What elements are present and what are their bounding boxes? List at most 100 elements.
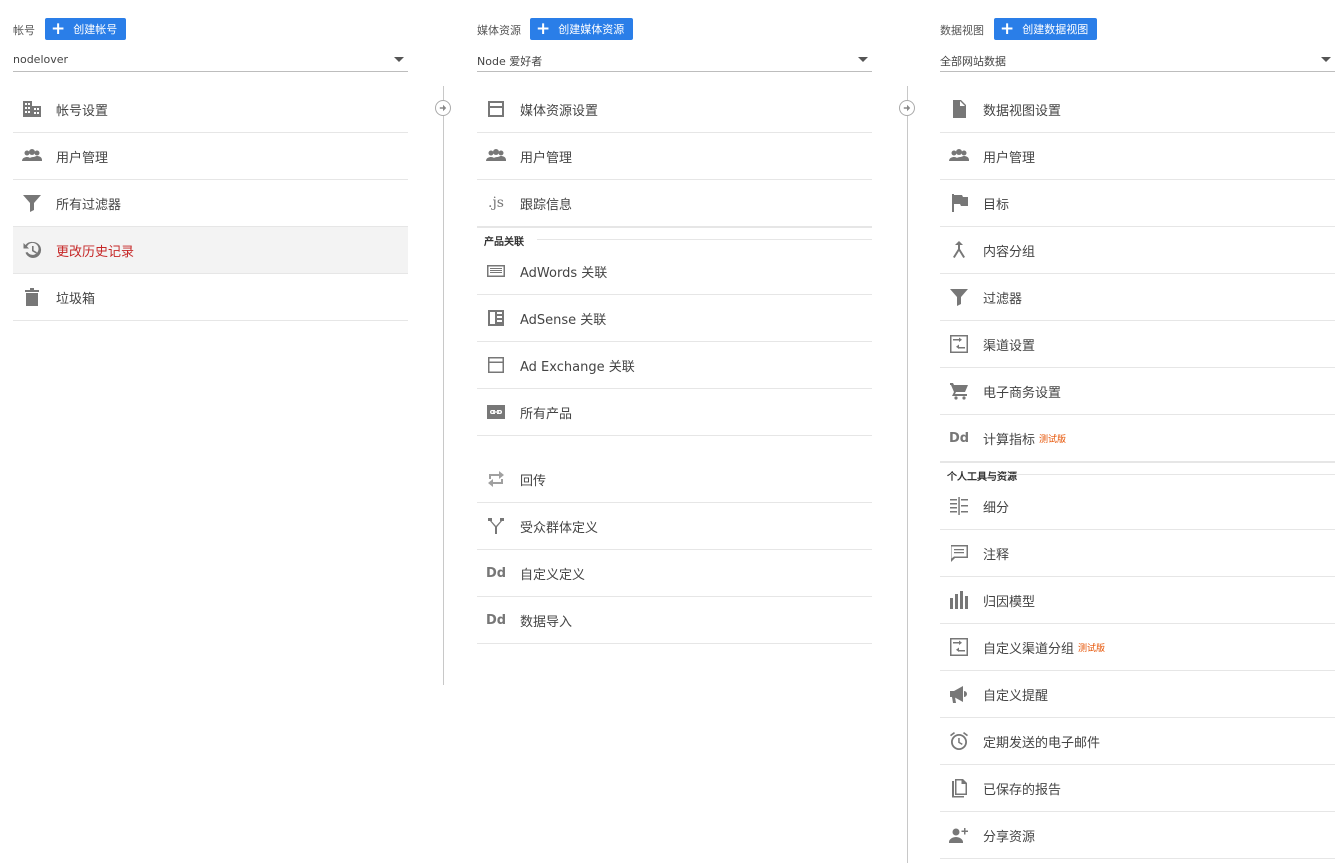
menu-item-audience-definitions[interactable]: 受众群体定义 — [477, 503, 872, 550]
create-account-button[interactable]: + 创建帐号 — [45, 18, 127, 40]
menu-item-label: 内容分组 — [983, 244, 1036, 260]
menu-item-custom-definitions[interactable]: Dd 自定义定义 — [477, 550, 872, 597]
building-icon — [21, 98, 43, 120]
menu-item-label: 用户管理 — [983, 150, 1036, 166]
comment-icon — [948, 542, 970, 564]
arrow-right-icon — [435, 100, 451, 116]
channel-icon — [948, 333, 970, 355]
menu-item-label: 垃圾箱 — [56, 291, 96, 307]
arrow-right-icon — [899, 100, 915, 116]
property-header: 媒体资源 + 创建媒体资源 Node 爱好者 — [477, 0, 872, 72]
property-title: 媒体资源 — [477, 24, 521, 37]
view-selector-value: 全部网站数据 — [940, 55, 1006, 68]
menu-item-label: 计算指标 — [983, 432, 1036, 448]
menu-item-data-import[interactable]: Dd 数据导入 — [477, 597, 872, 644]
segment-icon — [948, 495, 970, 517]
menu-item-label: 渠道设置 — [983, 338, 1036, 354]
view-header: 数据视图 + 创建数据视图 全部网站数据 — [940, 0, 1335, 72]
megaphone-icon — [948, 683, 970, 705]
menu-item-label: 目标 — [983, 197, 1010, 213]
menu-item-scheduled-emails[interactable]: 定期发送的电子邮件 — [940, 718, 1335, 765]
adexchange-icon — [485, 354, 507, 376]
menu-item-label: Ad Exchange 关联 — [520, 359, 635, 375]
create-view-label: 创建数据视图 — [1022, 23, 1089, 36]
plus-icon: + — [536, 18, 551, 39]
people-icon — [21, 145, 43, 167]
menu-item-label: 已保存的报告 — [983, 782, 1062, 798]
menu-item-adexchange-linking[interactable]: Ad Exchange 关联 — [477, 342, 872, 389]
menu-item-user-management[interactable]: 用户管理 — [13, 133, 408, 180]
account-selector[interactable]: nodelover — [13, 49, 408, 72]
menu-item-share-assets[interactable]: 分享资源 — [940, 812, 1335, 859]
menu-item-saved-reports[interactable]: 已保存的报告 — [940, 765, 1335, 812]
view-menu: 数据视图设置 用户管理 目标 内容分组 过滤器 渠道设置 电子商务设置 Dd 计 — [940, 86, 1335, 859]
menu-item-user-management[interactable]: 用户管理 — [477, 133, 872, 180]
menu-item-label: 更改历史记录 — [56, 244, 135, 260]
menu-item-label: 分享资源 — [983, 829, 1036, 845]
menu-item-custom-channel-grouping[interactable]: 自定义渠道分组 测试版 — [940, 624, 1335, 671]
cart-icon — [948, 380, 970, 402]
menu-item-label: 自定义定义 — [520, 567, 586, 583]
chevron-down-icon — [858, 57, 868, 62]
menu-item-label: 电子商务设置 — [983, 385, 1062, 401]
menu-item-adsense-linking[interactable]: AdSense 关联 — [477, 295, 872, 342]
report-icon — [948, 777, 970, 799]
js-icon: .js — [488, 195, 504, 211]
menu-item-all-filters[interactable]: 所有过滤器 — [13, 180, 408, 227]
menu-item-label: 所有产品 — [520, 406, 573, 422]
personal-tools-section-header: 个人工具与资源 — [940, 462, 1335, 483]
menu-item-postbacks[interactable]: 回传 — [477, 456, 872, 503]
menu-item-goals[interactable]: 目标 — [940, 180, 1335, 227]
document-icon — [948, 98, 970, 120]
account-column: 帐号 + 创建帐号 nodelover 帐号设置 用户管理 所有过滤器 更改历史… — [13, 0, 408, 321]
property-selector-value: Node 爱好者 — [477, 55, 543, 68]
menu-item-user-management[interactable]: 用户管理 — [940, 133, 1335, 180]
menu-item-view-settings[interactable]: 数据视图设置 — [940, 86, 1335, 133]
view-column: 数据视图 + 创建数据视图 全部网站数据 数据视图设置 用户管理 目标 内容分组 — [940, 0, 1335, 859]
account-header: 帐号 + 创建帐号 nodelover — [13, 0, 408, 72]
menu-item-all-products[interactable]: 所有产品 — [477, 389, 872, 436]
people-icon — [485, 145, 507, 167]
audience-icon — [485, 515, 507, 537]
menu-item-segments[interactable]: 细分 — [940, 483, 1335, 530]
menu-item-content-grouping[interactable]: 内容分组 — [940, 227, 1335, 274]
property-selector[interactable]: Node 爱好者 — [477, 49, 872, 72]
filter-icon — [948, 286, 970, 308]
menu-item-change-history[interactable]: 更改历史记录 — [13, 227, 408, 274]
menu-item-label: 媒体资源设置 — [520, 103, 599, 119]
view-selector[interactable]: 全部网站数据 — [940, 49, 1335, 72]
menu-item-account-settings[interactable]: 帐号设置 — [13, 86, 408, 133]
flag-icon — [948, 192, 970, 214]
beta-badge: 测试版 — [1078, 643, 1106, 654]
menu-item-attribution-models[interactable]: 归因模型 — [940, 577, 1335, 624]
create-property-button[interactable]: + 创建媒体资源 — [530, 18, 634, 40]
menu-item-channel-settings[interactable]: 渠道设置 — [940, 321, 1335, 368]
menu-item-tracking-info[interactable]: .js 跟踪信息 — [477, 180, 872, 227]
menu-item-filters[interactable]: 过滤器 — [940, 274, 1335, 321]
property-column: 媒体资源 + 创建媒体资源 Node 爱好者 媒体资源设置 用户管理 .js 跟… — [477, 0, 872, 644]
product-linking-section-header: 产品关联 — [477, 227, 872, 248]
chevron-down-icon — [1321, 57, 1331, 62]
dd-icon: Dd — [948, 430, 970, 446]
menu-item-label: 回传 — [520, 473, 547, 489]
menu-item-custom-alerts[interactable]: 自定义提醒 — [940, 671, 1335, 718]
column-divider — [443, 86, 444, 685]
beta-badge: 测试版 — [1039, 434, 1067, 445]
window-icon — [485, 98, 507, 120]
history-icon — [21, 239, 43, 261]
account-selector-value: nodelover — [13, 53, 69, 66]
create-property-label: 创建媒体资源 — [558, 23, 625, 36]
menu-item-annotations[interactable]: 注释 — [940, 530, 1335, 577]
bar-chart-icon — [948, 589, 970, 611]
menu-item-calculated-metrics[interactable]: Dd 计算指标 测试版 — [940, 415, 1335, 462]
menu-item-label: 跟踪信息 — [520, 197, 573, 213]
menu-item-label: 自定义提醒 — [983, 688, 1049, 704]
menu-item-property-settings[interactable]: 媒体资源设置 — [477, 86, 872, 133]
menu-item-label: 定期发送的电子邮件 — [983, 735, 1101, 751]
menu-item-adwords-linking[interactable]: AdWords 关联 — [477, 248, 872, 295]
menu-item-trash[interactable]: 垃圾箱 — [13, 274, 408, 321]
menu-item-label: 细分 — [983, 500, 1010, 516]
menu-item-ecommerce-settings[interactable]: 电子商务设置 — [940, 368, 1335, 415]
create-view-button[interactable]: + 创建数据视图 — [994, 18, 1098, 40]
